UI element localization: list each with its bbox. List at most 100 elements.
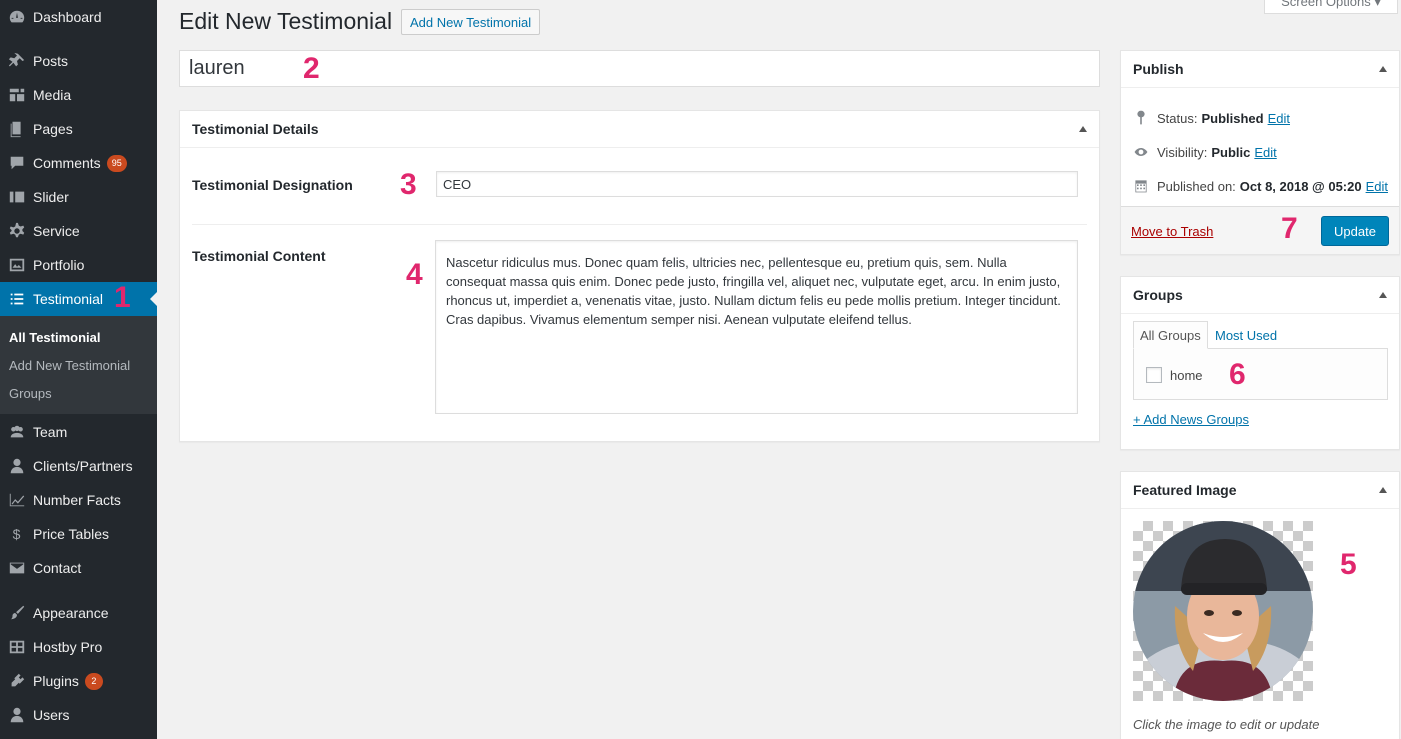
content-textarea[interactable]: Nascetur ridiculus mus. Donec quam felis…	[435, 240, 1078, 414]
annotation-3: 3	[400, 168, 417, 201]
sidebar-item-label: Pages	[33, 121, 73, 137]
portrait-image	[1133, 521, 1313, 701]
sidebar-item-price-tables[interactable]: $ Price Tables	[0, 517, 157, 551]
gear-icon	[0, 222, 33, 240]
submenu-add-new-testimonial[interactable]: Add New Testimonial	[9, 358, 130, 373]
home-group-label[interactable]: home	[1170, 368, 1203, 383]
sidebar-item-appearance[interactable]: Appearance	[0, 596, 157, 630]
sidebar-item-label: Clients/Partners	[33, 458, 133, 474]
collapse-arrow-icon[interactable]	[1379, 66, 1387, 72]
published-on-value: Oct 8, 2018 @ 05:20	[1239, 178, 1362, 194]
groups-checklist: home	[1133, 348, 1388, 400]
status-value: Published	[1201, 110, 1264, 126]
sidebar-item-slider[interactable]: Slider	[0, 180, 157, 214]
sidebar-item-label: Dashboard	[33, 9, 102, 25]
add-new-testimonial-button[interactable]: Add New Testimonial	[401, 9, 541, 35]
tab-all-groups[interactable]: All Groups	[1133, 321, 1208, 349]
eye-icon	[1134, 148, 1148, 156]
dollar-icon: $	[12, 526, 21, 542]
sidebar-item-hostby-pro[interactable]: Hostby Pro	[0, 630, 157, 664]
publish-heading: Publish	[1133, 61, 1184, 77]
pin-icon	[1137, 110, 1145, 125]
dashboard-icon	[0, 8, 33, 26]
sidebar-item-plugins[interactable]: Plugins 2	[0, 664, 157, 698]
featured-image-thumbnail[interactable]	[1133, 521, 1313, 701]
annotation-1: 1	[114, 281, 131, 314]
sidebar-item-label: Number Facts	[33, 492, 121, 508]
designation-label: Testimonial Designation	[192, 177, 353, 193]
featured-image-heading: Featured Image	[1133, 482, 1237, 498]
sidebar-item-posts[interactable]: Posts	[0, 44, 157, 78]
sidebar-item-testimonial[interactable]: Testimonial	[0, 282, 157, 316]
brush-icon	[0, 604, 33, 622]
sidebar-item-media[interactable]: Media	[0, 78, 157, 112]
home-group-checkbox[interactable]	[1146, 367, 1162, 383]
sidebar-item-label: Portfolio	[33, 257, 85, 273]
visibility-value: Public	[1211, 144, 1251, 160]
sidebar-item-label: Media	[33, 87, 72, 103]
add-news-groups-link[interactable]: + Add News Groups	[1133, 412, 1249, 427]
tab-most-used[interactable]: Most Used	[1209, 321, 1283, 349]
content-label: Testimonial Content	[192, 248, 326, 264]
sidebar-item-service[interactable]: Service	[0, 214, 157, 248]
sidebar-item-label: Testimonial	[33, 291, 104, 307]
sidebar-item-label: Contact	[33, 560, 82, 576]
submenu-groups[interactable]: Groups	[9, 386, 52, 401]
sidebar-item-label: Appearance	[33, 605, 109, 621]
publish-box: Publish Status: Published Edit Visibilit…	[1120, 50, 1400, 255]
update-button[interactable]: Update	[1321, 216, 1389, 246]
sidebar-item-label: Hostby Pro	[33, 639, 103, 655]
edit-visibility-link[interactable]: Edit	[1254, 145, 1276, 160]
user-icon	[0, 706, 33, 724]
comments-count-badge: 95	[106, 154, 127, 172]
submenu-all-testimonial[interactable]: All Testimonial	[9, 330, 101, 345]
calendar-icon	[1135, 180, 1147, 193]
chart-icon	[0, 491, 33, 509]
sidebar-item-label: Posts	[33, 53, 69, 69]
user-icon	[0, 457, 33, 475]
annotation-2: 2	[303, 52, 320, 85]
collapse-arrow-icon[interactable]	[1379, 292, 1387, 298]
sidebar-item-label: Comments	[33, 155, 101, 171]
publish-header[interactable]: Publish	[1121, 51, 1399, 88]
sidebar-item-users[interactable]: Users	[0, 698, 157, 732]
sidebar-item-portfolio[interactable]: Portfolio	[0, 248, 157, 282]
sidebar-item-label: Users	[33, 707, 70, 723]
annotation-4: 4	[406, 258, 423, 291]
comments-icon	[0, 154, 33, 172]
move-to-trash-link[interactable]: Move to Trash	[1131, 224, 1213, 239]
testimonial-details-heading: Testimonial Details	[192, 121, 319, 137]
testimonial-details-box: Testimonial Details Testimonial Designat…	[179, 110, 1100, 442]
grid-icon	[0, 638, 33, 656]
sidebar-item-label: Slider	[33, 189, 69, 205]
pin-icon	[0, 52, 33, 70]
page-title: Edit New Testimonial	[179, 8, 393, 34]
annotation-5: 5	[1340, 548, 1357, 581]
sidebar-item-team[interactable]: Team	[0, 415, 157, 449]
field-divider	[192, 224, 1087, 225]
visibility-label: Visibility:	[1157, 144, 1208, 160]
collapse-arrow-icon[interactable]	[1379, 487, 1387, 493]
sidebar-item-contact[interactable]: Contact	[0, 551, 157, 585]
slider-icon	[0, 188, 33, 206]
sidebar-item-number-facts[interactable]: Number Facts	[0, 483, 157, 517]
designation-input[interactable]: CEO	[436, 171, 1078, 197]
edit-date-link[interactable]: Edit	[1366, 179, 1388, 194]
sidebar-item-clients-partners[interactable]: Clients/Partners	[0, 449, 157, 483]
screen-options-button[interactable]: Screen Options ▾	[1264, 0, 1398, 14]
designation-value: CEO	[443, 177, 472, 192]
edit-status-link[interactable]: Edit	[1268, 111, 1290, 126]
annotation-6: 6	[1229, 358, 1246, 391]
groups-header[interactable]: Groups	[1121, 277, 1399, 314]
publish-visibility-row: Visibility: Public Edit	[1133, 144, 1277, 160]
sidebar-item-pages[interactable]: Pages	[0, 112, 157, 146]
sidebar-item-comments[interactable]: Comments 95	[0, 146, 157, 180]
content-value: Nascetur ridiculus mus. Donec quam felis…	[446, 255, 1061, 327]
sidebar-item-dashboard[interactable]: Dashboard	[0, 0, 157, 34]
testimonial-details-header[interactable]: Testimonial Details	[180, 111, 1099, 148]
collapse-arrow-icon[interactable]	[1079, 126, 1087, 132]
publish-actions: Move to Trash Update	[1121, 206, 1399, 254]
featured-image-header[interactable]: Featured Image	[1121, 472, 1399, 509]
publish-status-row: Status: Published Edit	[1133, 110, 1290, 126]
published-on-label: Published on:	[1157, 178, 1236, 194]
